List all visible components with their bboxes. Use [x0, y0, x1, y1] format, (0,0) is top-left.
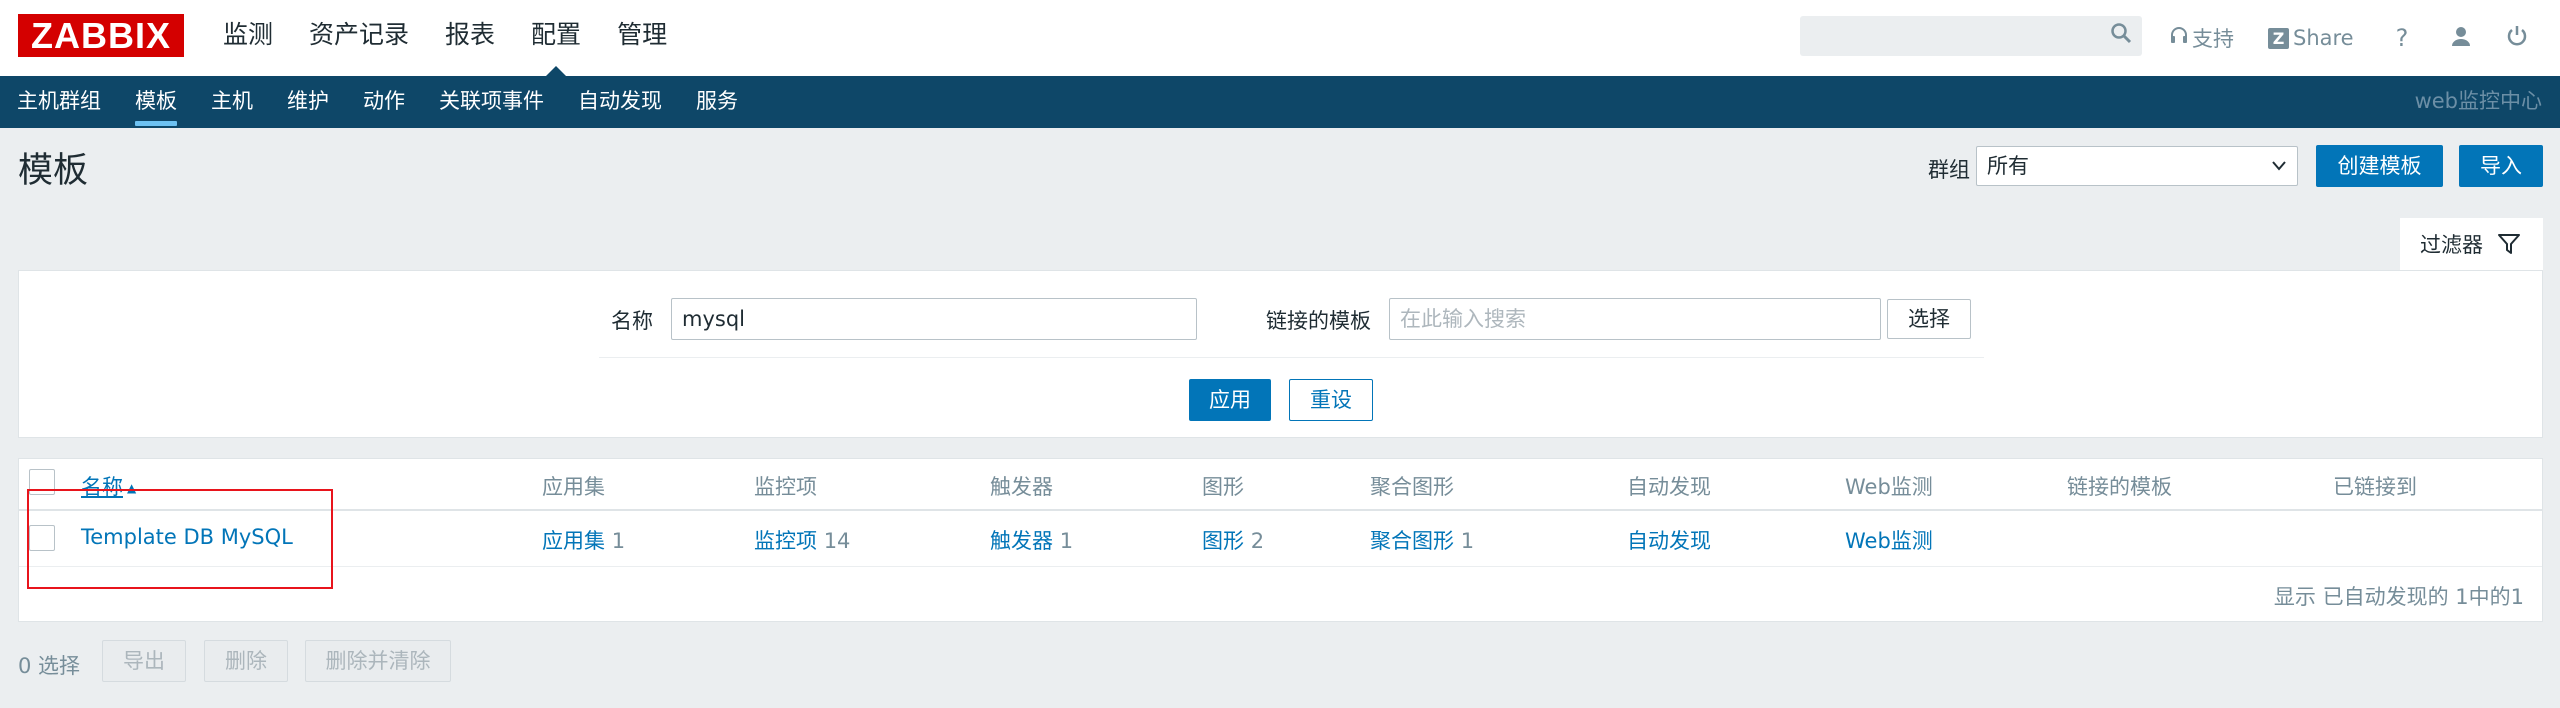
triggers-link[interactable]: 触发器 1 — [990, 525, 1073, 555]
menu-reports[interactable]: 报表 — [427, 0, 513, 76]
table-footer-info: 显示 已自动发现的 1中的1 — [2273, 585, 2524, 609]
filter-divider — [599, 357, 1984, 358]
column-linked-to: 已链接到 — [2333, 475, 2417, 499]
column-graphs: 图形 — [1202, 475, 1244, 499]
zabbix-share-icon: Z — [2268, 27, 2289, 49]
search-icon[interactable] — [2110, 22, 2132, 50]
filter-icon — [2497, 232, 2521, 256]
user-icon — [2450, 25, 2472, 52]
submenu-discovery[interactable]: 自动发现 — [561, 76, 679, 128]
column-screens: 聚合图形 — [1370, 475, 1454, 499]
name-filter-label: 名称 — [611, 309, 653, 333]
column-linked-templates: 链接的模板 — [2067, 475, 2172, 499]
screens-count: 1 — [1460, 529, 1475, 553]
support-link[interactable]: 支持 — [2170, 23, 2234, 53]
applications-link[interactable]: 应用集 1 — [542, 525, 625, 555]
create-template-button[interactable]: 创建模板 — [2316, 145, 2443, 187]
submenu-hosts[interactable]: 主机 — [194, 76, 270, 128]
graphs-label: 图形 — [1202, 529, 1244, 553]
highlight-annotation-box — [27, 489, 333, 589]
group-select-value: 所有 — [1987, 154, 2029, 178]
sub-navigation: 主机群组 模板 主机 维护 动作 关联项事件 自动发现 服务 web监控中心 — [0, 76, 2560, 128]
user-profile-link[interactable] — [2450, 25, 2472, 52]
selected-count: 0 选择 — [18, 654, 81, 678]
submenu-host-groups[interactable]: 主机群组 — [0, 76, 118, 128]
screens-link[interactable]: 聚合图形 1 — [1370, 525, 1474, 555]
page-title: 模板 — [18, 151, 89, 191]
filter-panel: 名称 mysql 链接的模板 在此输入搜索 选择 应用 重设 — [18, 270, 2543, 438]
global-search-input[interactable] — [1800, 16, 2142, 56]
web-link[interactable]: Web监测 — [1845, 525, 1933, 555]
apply-button[interactable]: 应用 — [1189, 379, 1271, 421]
submenu-actions[interactable]: 动作 — [346, 76, 422, 128]
delete-button[interactable]: 删除 — [204, 640, 288, 682]
discovery-link[interactable]: 自动发现 — [1627, 525, 1711, 555]
menu-inventory[interactable]: 资产记录 — [291, 0, 427, 76]
delete-and-clear-button[interactable]: 删除并清除 — [305, 640, 451, 682]
import-button[interactable]: 导入 — [2459, 145, 2543, 187]
main-menu: 监测 资产记录 报表 配置 管理 — [205, 0, 685, 76]
applications-count: 1 — [611, 529, 626, 553]
share-link[interactable]: Z Share — [2268, 26, 2354, 50]
column-items: 监控项 — [754, 475, 817, 499]
group-select[interactable]: 所有 — [1976, 146, 2298, 186]
submenu-maintenance[interactable]: 维护 — [270, 76, 346, 128]
top-header: ZABBIX 监测 资产记录 报表 配置 管理 支持 Z Share ? — [0, 0, 2560, 76]
menu-monitoring[interactable]: 监测 — [205, 0, 291, 76]
linked-templates-input[interactable]: 在此输入搜索 — [1389, 298, 1881, 340]
menu-administration[interactable]: 管理 — [599, 0, 685, 76]
help-icon: ? — [2395, 24, 2409, 52]
items-count: 14 — [823, 529, 851, 553]
submenu-event-correlation[interactable]: 关联项事件 — [422, 76, 561, 128]
templates-table: 名称 ▲ 应用集 监控项 触发器 图形 聚合图形 自动发现 Web监测 链接的模板… — [18, 458, 2543, 622]
chevron-down-icon — [2271, 147, 2287, 199]
reset-button[interactable]: 重设 — [1289, 379, 1373, 421]
power-icon — [2506, 25, 2528, 52]
menu-configuration[interactable]: 配置 — [513, 0, 599, 76]
screens-label: 聚合图形 — [1370, 529, 1454, 553]
name-filter-input[interactable]: mysql — [671, 298, 1197, 340]
triggers-count: 1 — [1059, 529, 1074, 553]
zabbix-logo[interactable]: ZABBIX — [18, 14, 184, 57]
select-button[interactable]: 选择 — [1887, 299, 1971, 339]
logout-link[interactable] — [2506, 25, 2528, 52]
graphs-link[interactable]: 图形 2 — [1202, 525, 1264, 555]
server-name: web监控中心 — [2414, 89, 2542, 113]
support-label: 支持 — [2192, 27, 2234, 51]
filter-tab[interactable]: 过滤器 — [2400, 218, 2543, 270]
group-label: 群组 — [1928, 158, 1970, 182]
filter-tab-label: 过滤器 — [2420, 233, 2483, 257]
triggers-label: 触发器 — [990, 529, 1053, 553]
header-links: 支持 Z Share ? — [2170, 0, 2528, 76]
graphs-count: 2 — [1250, 529, 1265, 553]
linked-templates-label: 链接的模板 — [1266, 309, 1371, 333]
submenu-templates[interactable]: 模板 — [118, 76, 194, 128]
items-link[interactable]: 监控项 14 — [754, 525, 850, 555]
items-label: 监控项 — [754, 529, 817, 553]
help-link[interactable]: ? — [2388, 24, 2417, 52]
column-applications: 应用集 — [542, 475, 605, 499]
column-web: Web监测 — [1845, 475, 1933, 499]
table-row: Template DB MySQL 应用集 1 监控项 14 触发器 1 图形 … — [19, 513, 2542, 567]
applications-label: 应用集 — [542, 529, 605, 553]
submenu: 主机群组 模板 主机 维护 动作 关联项事件 自动发现 服务 — [0, 76, 755, 128]
share-label: Share — [2293, 26, 2354, 50]
table-header: 名称 ▲ 应用集 监控项 触发器 图形 聚合图形 自动发现 Web监测 链接的模板… — [19, 459, 2542, 511]
submenu-services[interactable]: 服务 — [679, 76, 755, 128]
export-button[interactable]: 导出 — [102, 640, 186, 682]
headset-icon — [2170, 26, 2188, 51]
column-triggers: 触发器 — [990, 475, 1053, 499]
column-discovery: 自动发现 — [1627, 475, 1711, 499]
